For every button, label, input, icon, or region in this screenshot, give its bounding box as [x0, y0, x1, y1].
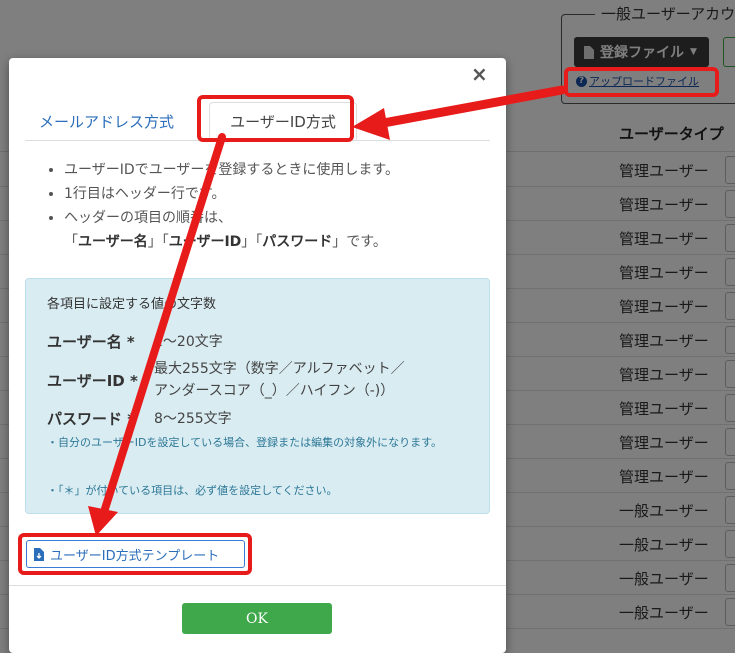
arrow-head-to-template — [88, 506, 118, 536]
arrow-shaft-tab-to-template — [100, 133, 226, 516]
arrow-head-to-tab — [352, 108, 390, 140]
arrow-shaft-upload-to-tab — [373, 85, 567, 129]
annotation-arrows — [88, 85, 567, 536]
